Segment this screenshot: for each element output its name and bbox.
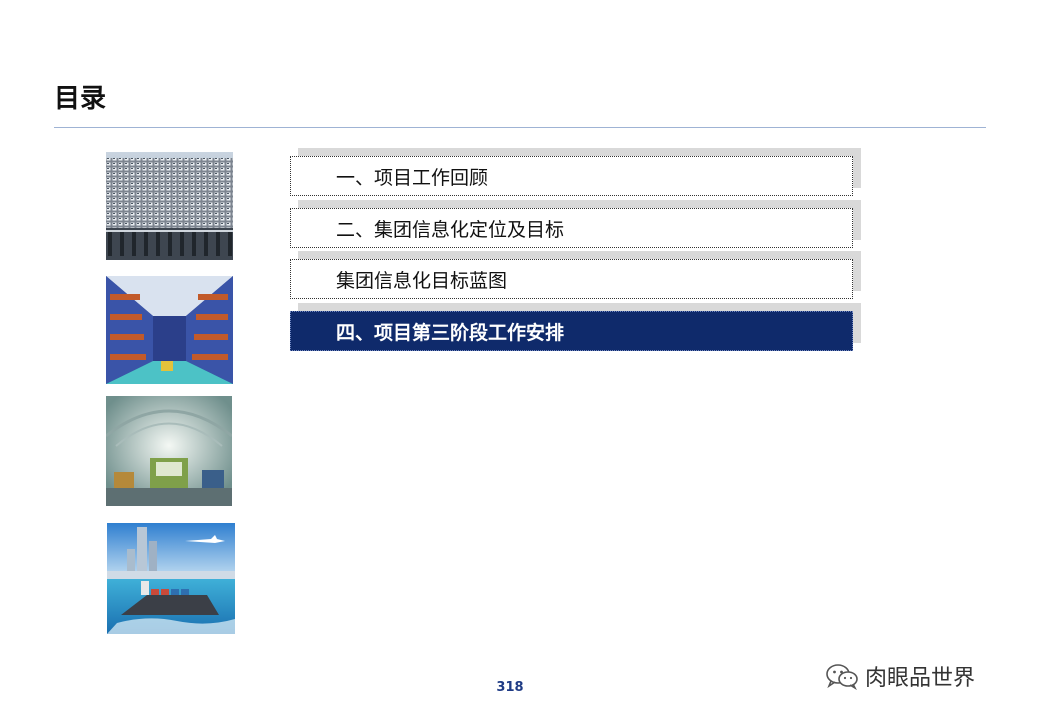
menu-item-label[interactable]: 四、项目第三阶段工作安排 <box>290 311 853 351</box>
menu-item-target-blueprint[interactable]: 集团信息化目标蓝图 <box>290 251 861 299</box>
menu-item-positioning-goals[interactable]: 二、集团信息化定位及目标 <box>290 200 861 248</box>
menu-item-label[interactable]: 集团信息化目标蓝图 <box>290 259 853 299</box>
car-parking-lot-photo <box>106 152 233 260</box>
watermark: 肉眼品世界 <box>825 660 975 692</box>
page-number: 318 <box>496 680 524 695</box>
warehouse-shelves-photo <box>106 276 233 384</box>
watermark-text: 肉眼品世界 <box>865 666 976 691</box>
page-title: 目录 <box>54 84 107 114</box>
wechat-icon <box>825 662 859 690</box>
menu-item-label[interactable]: 二、集团信息化定位及目标 <box>290 208 853 248</box>
title-divider <box>54 127 986 128</box>
menu-item-label[interactable]: 一、项目工作回顾 <box>290 156 853 196</box>
menu-item-project-review[interactable]: 一、项目工作回顾 <box>290 148 861 196</box>
factory-hall-photo <box>106 396 232 506</box>
port-ship-airplane-photo <box>107 523 235 634</box>
menu-item-phase-three-plan[interactable]: 四、项目第三阶段工作安排 <box>290 303 861 351</box>
